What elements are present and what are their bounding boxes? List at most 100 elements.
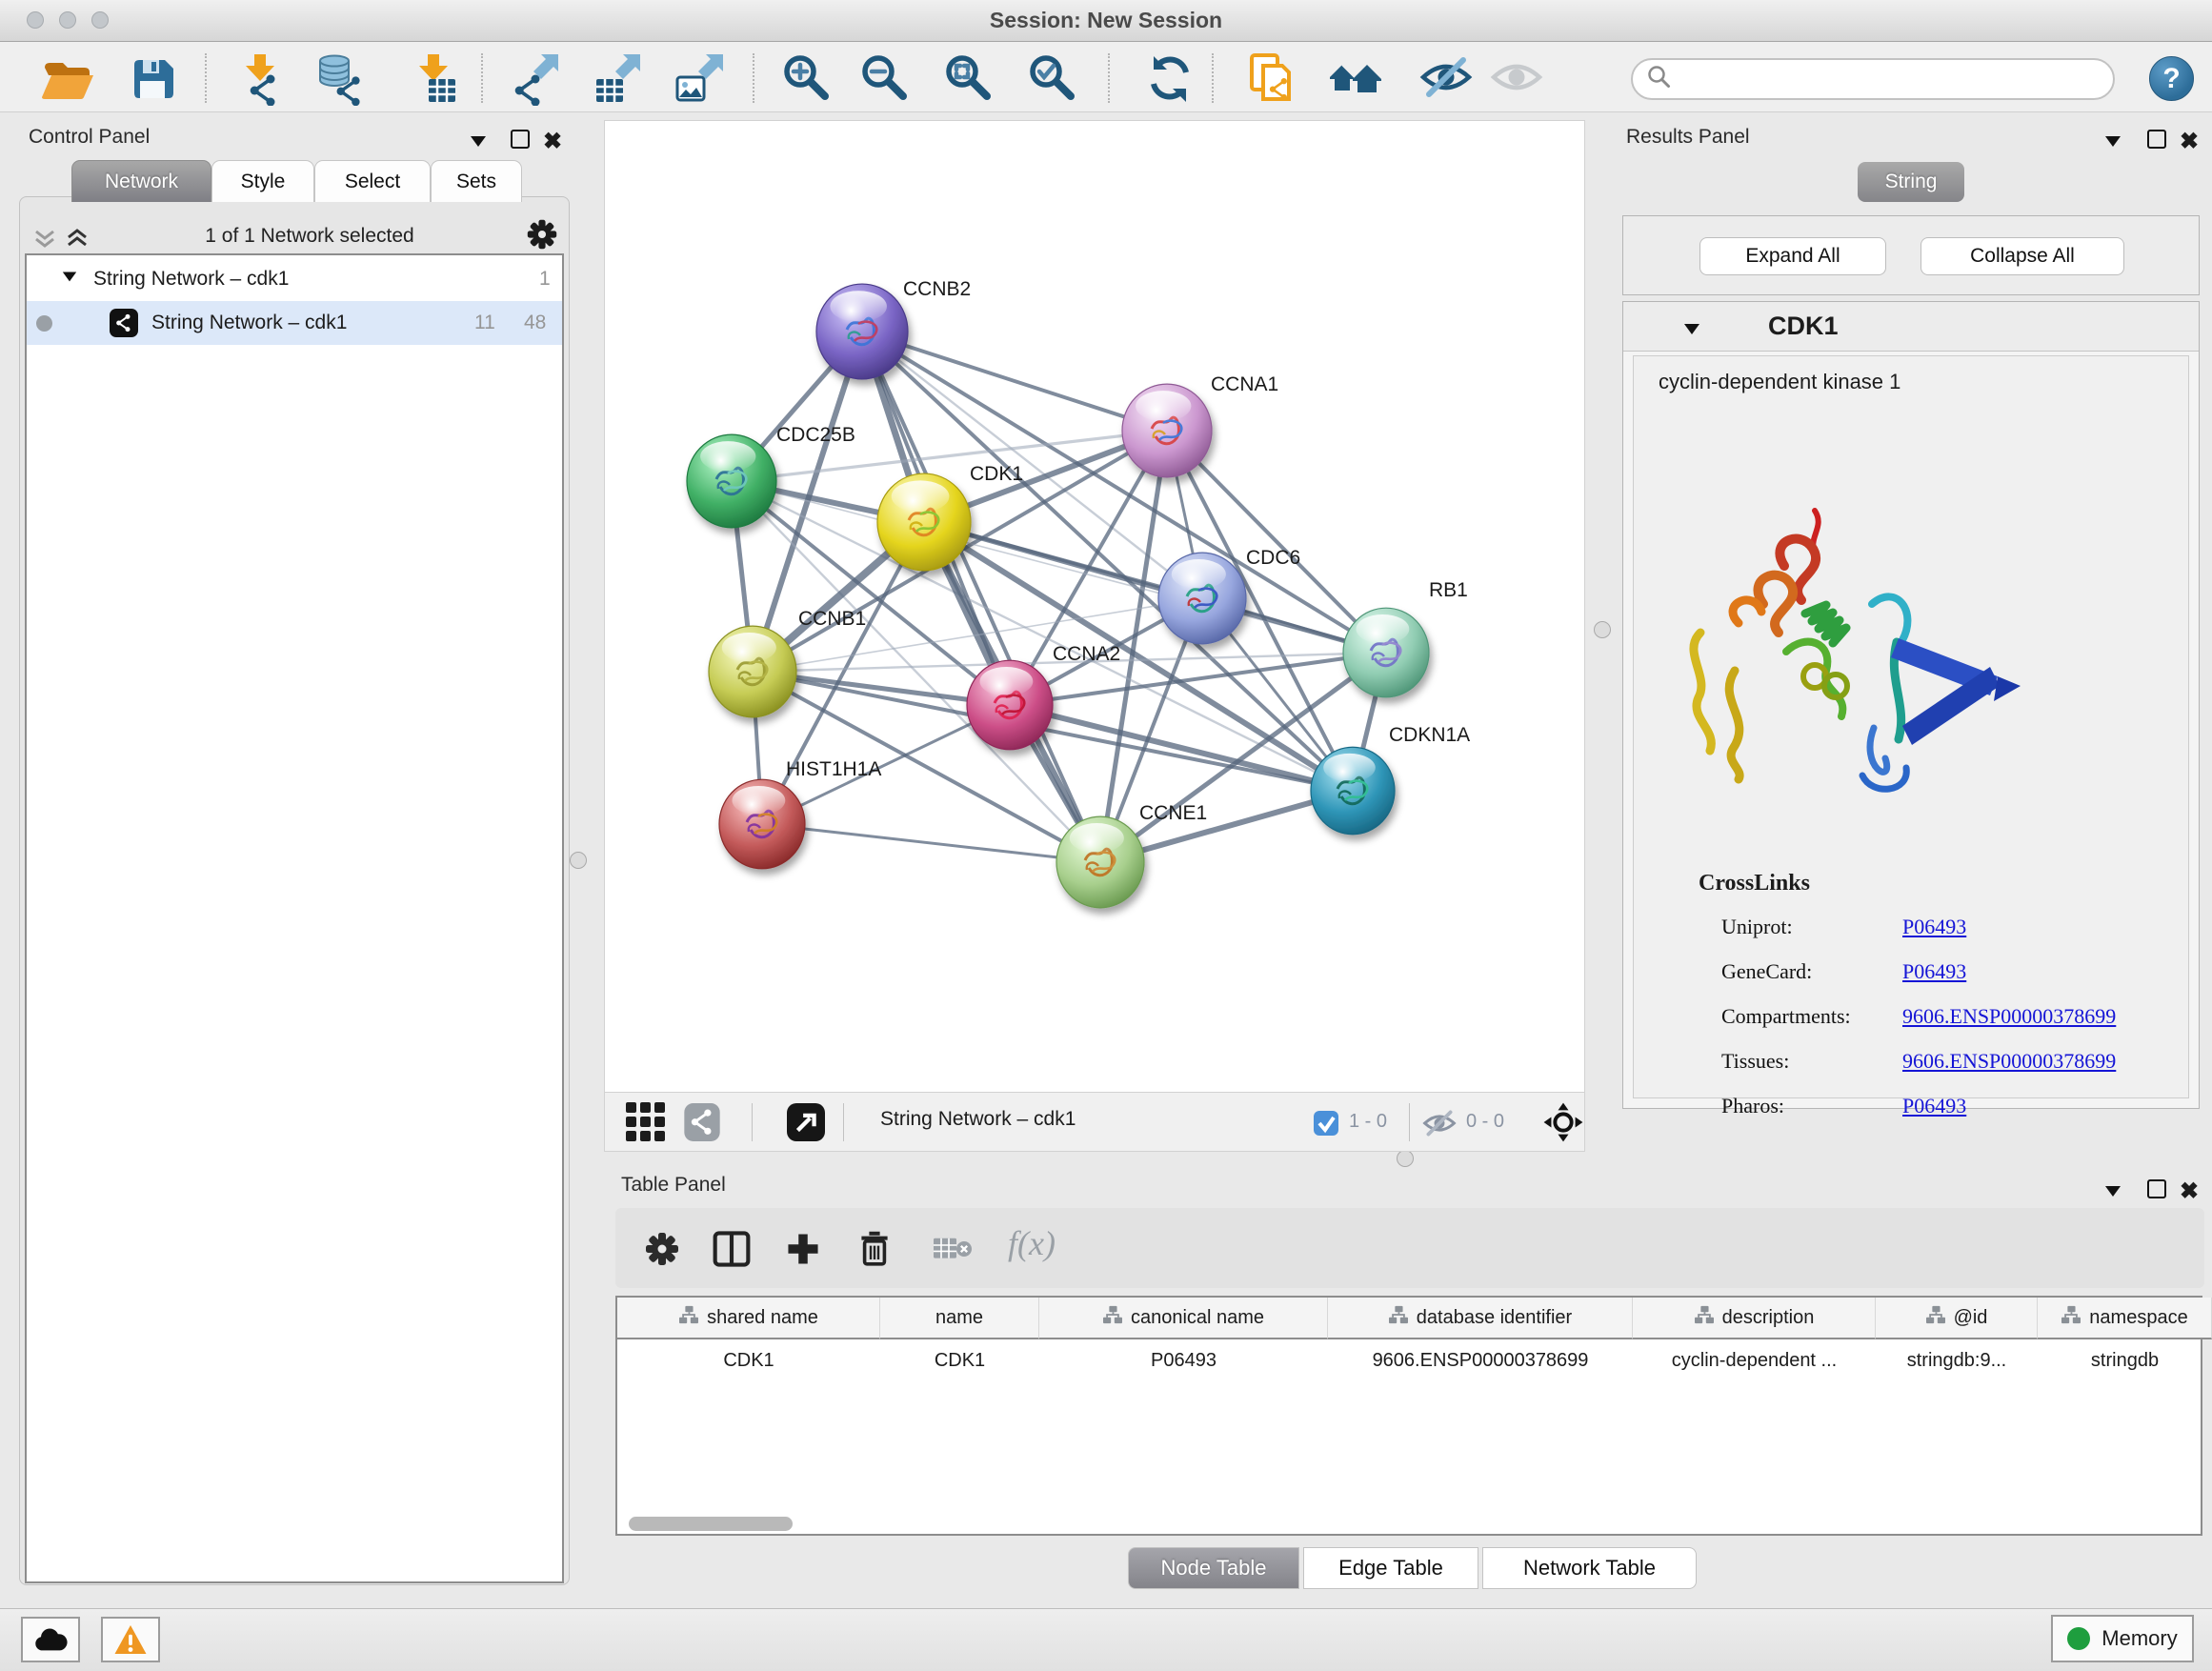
tab-select[interactable]: Select [314,160,431,202]
tab-node-table[interactable]: Node Table [1128,1547,1299,1589]
network-node-rb1[interactable] [1343,608,1429,697]
network-share-icon[interactable] [683,1103,721,1146]
results-panel-float-icon[interactable] [2147,130,2166,149]
table-hscrollbar[interactable] [629,1517,793,1531]
open-in-window-icon[interactable] [787,1103,825,1146]
expand-all-button[interactable]: Expand All [1699,237,1886,275]
network-node-ccna1[interactable] [1122,384,1212,477]
network-node-ccnb2[interactable] [816,284,908,379]
network-node-hist1h1a[interactable] [719,779,805,869]
crosslink-value-link[interactable]: P06493 [1902,1094,1966,1118]
results-panel-collapse-icon[interactable] [2103,131,2122,155]
table-cell[interactable]: CDK1 [617,1341,880,1379]
left-splitter-handle[interactable] [570,852,587,869]
crosslink-row: Compartments: 9606.ENSP00000378699 [1721,1004,2169,1029]
network-node-cdk1[interactable] [877,473,971,571]
expand-all-networks-icon[interactable] [65,226,90,255]
column-header-name[interactable]: name [880,1298,1039,1339]
column-header-description[interactable]: description [1633,1298,1876,1339]
network-node-ccnb1[interactable] [709,626,796,717]
cdk1-section-header[interactable]: CDK1 [1623,302,2199,352]
search-box[interactable] [1631,58,2115,100]
selected-checkbox-icon[interactable] [1314,1111,1338,1140]
hidden-eye-icon[interactable] [1422,1107,1457,1144]
table-panel-close-icon[interactable]: ✖ [2180,1178,2199,1205]
network-edge[interactable] [762,824,1100,862]
tab-sets[interactable]: Sets [431,160,522,202]
home-icon[interactable] [1326,50,1383,108]
table-cell[interactable]: stringdb:9... [1876,1341,2038,1379]
network-node-cdkn1a[interactable] [1311,747,1395,835]
network-edge[interactable] [862,332,1100,862]
crosslink-value-link[interactable]: P06493 [1902,959,1966,984]
table-gear-icon[interactable] [644,1231,680,1272]
show-all-icon[interactable] [1488,50,1545,108]
table-cell[interactable]: cyclin-dependent ... [1633,1341,1876,1379]
table-add-icon[interactable] [785,1231,821,1272]
help-button[interactable]: ? [2149,56,2194,101]
results-panel-close-icon[interactable]: ✖ [2180,128,2199,155]
collapse-all-networks-icon[interactable] [32,226,57,255]
open-session-icon[interactable] [38,50,95,108]
collapse-all-button[interactable]: Collapse All [1920,237,2124,275]
warnings-button[interactable] [101,1617,160,1662]
zoom-selected-icon[interactable] [1025,50,1082,108]
network-collection-row[interactable]: String Network – cdk1 1 [27,257,562,301]
control-panel-float-icon[interactable] [511,130,530,149]
hide-selected-icon[interactable] [1418,50,1475,108]
right-splitter-handle[interactable] [1594,621,1611,638]
table-cell[interactable]: 9606.ENSP00000378699 [1328,1341,1633,1379]
control-panel-close-icon[interactable]: ✖ [543,128,562,155]
import-network-icon[interactable] [232,50,290,108]
crosslink-value-link[interactable]: P06493 [1902,915,1966,939]
tab-string[interactable]: String [1858,162,1964,202]
import-table-icon[interactable] [406,50,463,108]
crosslink-value-link[interactable]: 9606.ENSP00000378699 [1902,1049,2116,1074]
export-table-icon[interactable] [587,50,644,108]
fit-crosshair-icon[interactable] [1542,1101,1584,1148]
network-canvas[interactable]: CCNB2 CCNA1 CDC25B CDK1 CDC6 RB1 CCNB1 [604,120,1585,1093]
zoom-fit-icon[interactable] [941,50,998,108]
network-node-ccne1[interactable] [1056,816,1144,908]
table-panel-float-icon[interactable] [2147,1179,2166,1198]
tab-network-table[interactable]: Network Table [1482,1547,1697,1589]
copy-network-icon[interactable] [1242,50,1299,108]
export-network-icon[interactable] [505,50,562,108]
tab-edge-table[interactable]: Edge Table [1303,1547,1478,1589]
table-cell[interactable]: CDK1 [880,1341,1039,1379]
node-table[interactable]: shared nameCDK1nameCDK1canonical nameP06… [615,1296,2202,1536]
network-options-gear-icon[interactable] [526,218,558,255]
column-header-canonical-name[interactable]: canonical name [1039,1298,1328,1339]
birdseye-grid-icon[interactable] [626,1102,666,1147]
search-input[interactable] [1673,68,2082,91]
memory-button[interactable]: Memory [2051,1615,2194,1662]
network-edge[interactable] [862,332,1167,431]
column-header-shared-name[interactable]: shared name [617,1298,880,1339]
tab-network[interactable]: Network [71,160,211,202]
column-header--id[interactable]: @id [1876,1298,2038,1339]
save-session-icon[interactable] [124,50,181,108]
zoom-out-icon[interactable] [857,50,915,108]
tab-style[interactable]: Style [211,160,314,202]
cloud-button[interactable] [21,1617,80,1662]
column-header-database-identifier[interactable]: database identifier [1328,1298,1633,1339]
refresh-layout-icon[interactable] [1141,50,1198,108]
crosslink-value-link[interactable]: 9606.ENSP00000378699 [1902,1004,2116,1029]
table-columns-icon[interactable] [713,1231,751,1272]
network-node-cdc25b[interactable] [687,434,776,528]
zoom-in-icon[interactable] [779,50,836,108]
collection-expand-icon[interactable] [61,268,78,291]
network-node-cdc6[interactable] [1158,553,1246,644]
export-image-icon[interactable] [670,50,727,108]
network-node-ccna2[interactable] [967,660,1053,750]
control-panel-collapse-icon[interactable] [469,131,488,155]
table-cell[interactable]: stringdb [2038,1341,2212,1379]
table-cell[interactable]: P06493 [1039,1341,1328,1379]
import-database-icon[interactable] [312,50,369,108]
bottom-splitter-handle[interactable] [1397,1150,1414,1167]
column-header-namespace[interactable]: namespace [2038,1298,2212,1339]
section-collapse-icon[interactable] [1682,319,1701,343]
network-row[interactable]: String Network – cdk1 11 48 [27,301,562,345]
table-panel-collapse-icon[interactable] [2103,1181,2122,1205]
table-delete-row-icon[interactable] [857,1229,892,1272]
